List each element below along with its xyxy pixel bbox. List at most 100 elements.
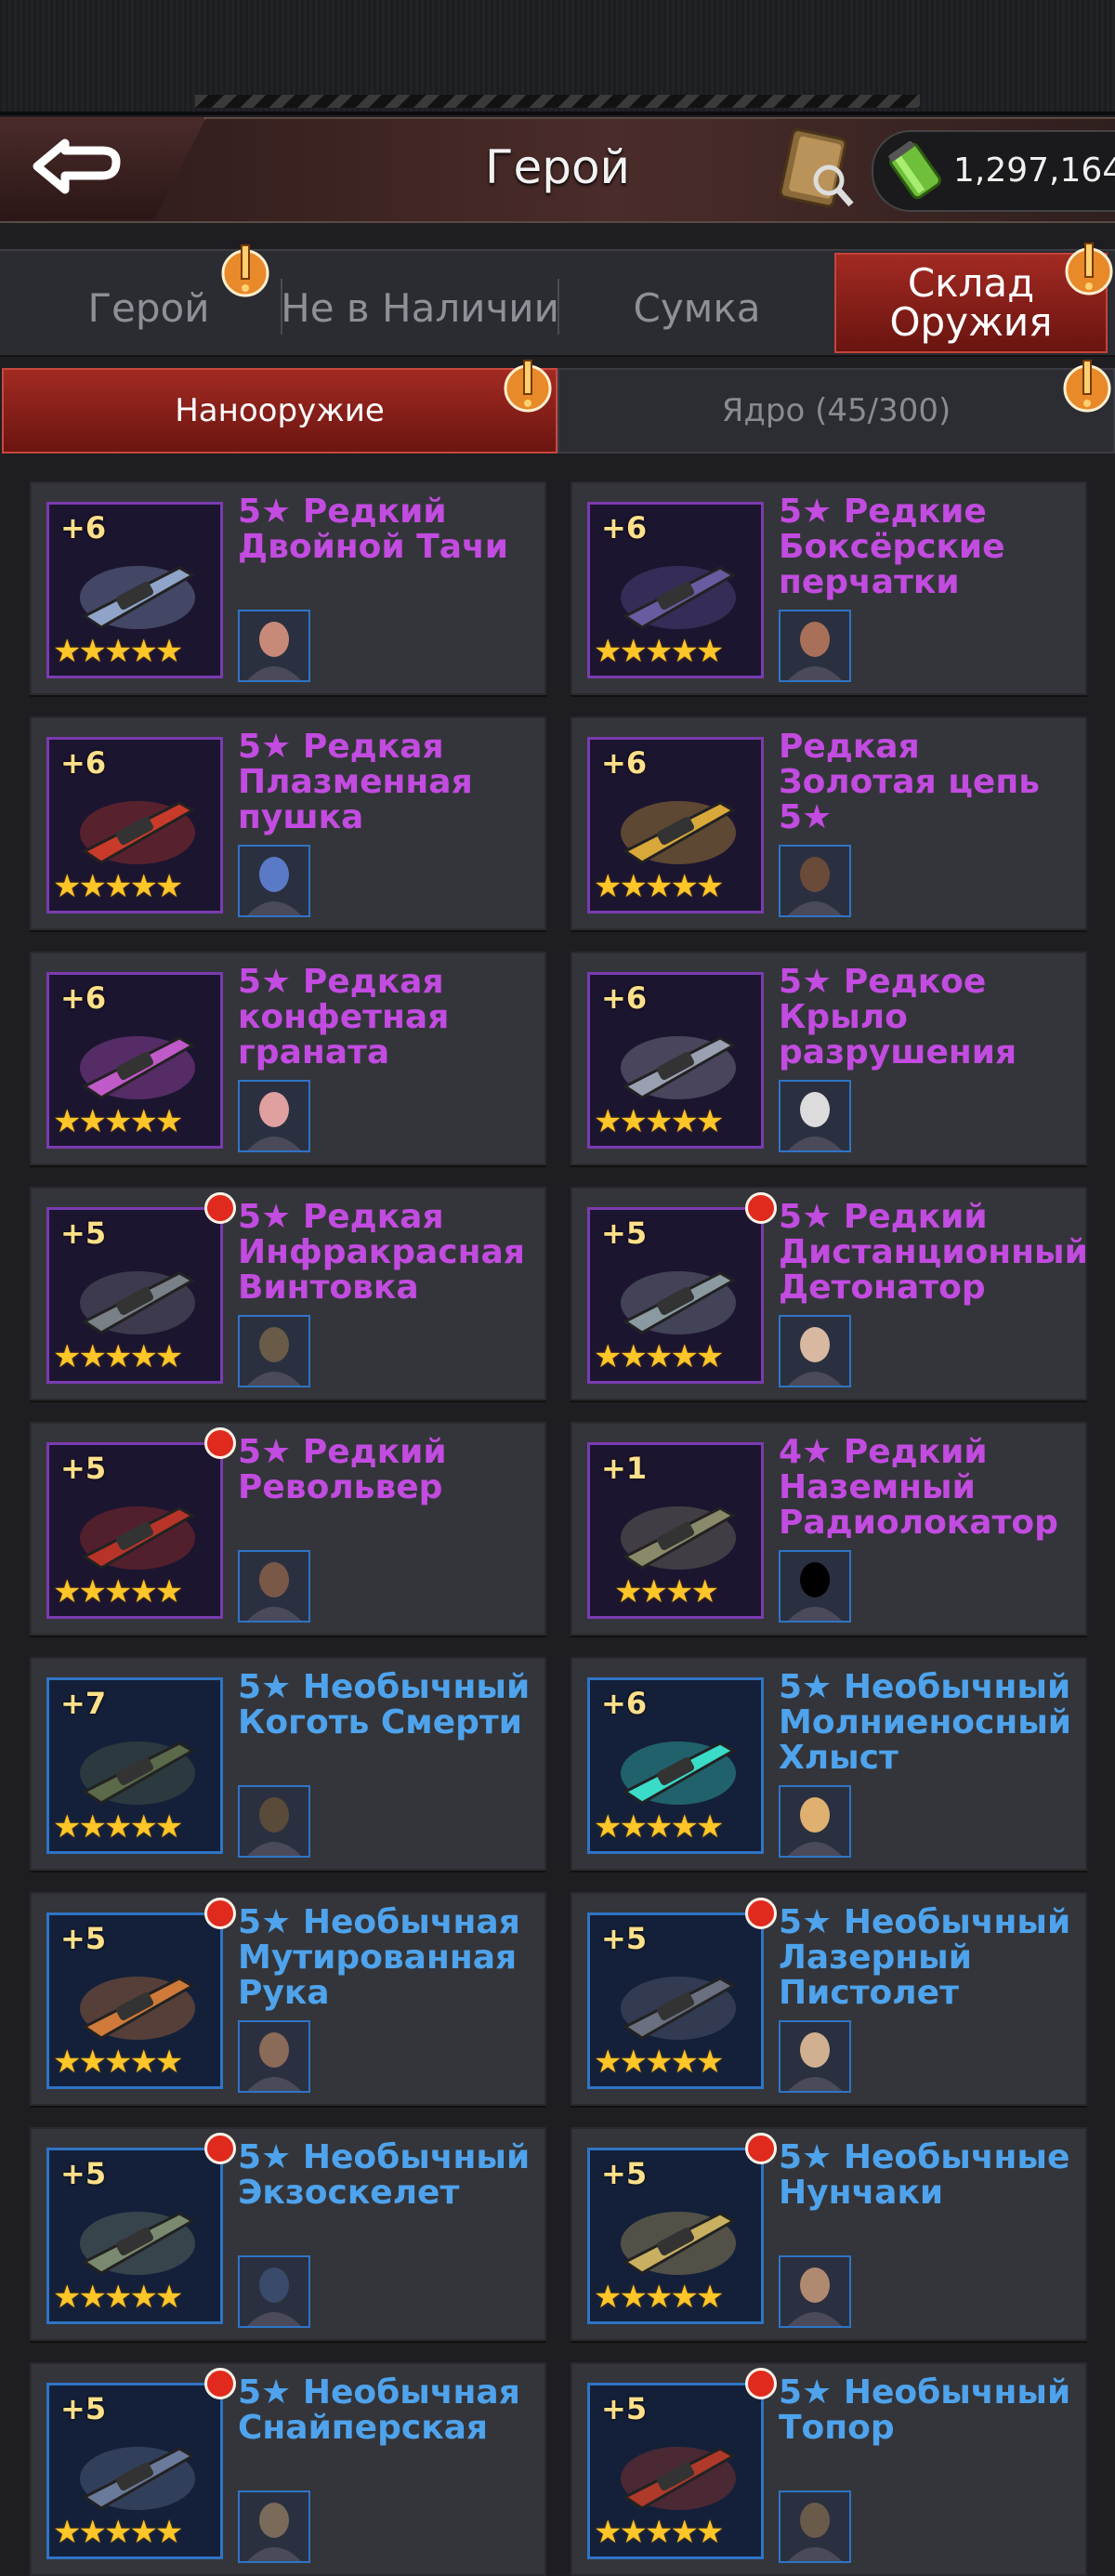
hero-avatar[interactable]: [238, 2020, 310, 2093]
hero-avatar[interactable]: [238, 845, 310, 917]
star-rating: ★★★★★: [53, 2279, 183, 2316]
star-rating: ★★★★★: [594, 2044, 724, 2081]
weapon-level: +5: [60, 2156, 107, 2191]
hero-avatar[interactable]: [238, 2255, 310, 2328]
weapon-icon: [80, 2447, 196, 2510]
weapon-card[interactable]: +5 ★★★★★ 5★ Необычный Экзоскелет: [30, 2127, 546, 2341]
hero-avatar[interactable]: [779, 2020, 851, 2093]
new-indicator-dot: [204, 2133, 236, 2164]
star-rating: ★★★★★: [594, 868, 724, 905]
weapon-thumbnail: +7 ★★★★★: [46, 1677, 223, 1854]
hero-avatar[interactable]: [779, 845, 851, 917]
weapon-name: 5★ Необычная Снайперская: [238, 2373, 520, 2447]
weapon-icon: [621, 1741, 737, 1805]
weapon-level: +6: [601, 1686, 648, 1721]
hero-avatar[interactable]: [779, 1785, 851, 1858]
hero-avatar[interactable]: [238, 1550, 310, 1623]
weapon-card[interactable]: +6 ★★★★★ 5★ Редкие Боксёрские перчатки: [571, 481, 1087, 695]
currency-amount: 1,297,164: [953, 151, 1115, 190]
weapon-card[interactable]: +6 ★★★★★ 5★ Редкая конфетная граната: [30, 952, 546, 1165]
weapon-card[interactable]: +5 ★★★★★ 5★ Редкий Револьвер: [30, 1422, 546, 1636]
weapon-thumbnail: +6 ★★★★★: [587, 502, 764, 678]
hero-avatar[interactable]: [238, 1080, 310, 1152]
weapon-icon: [621, 1977, 737, 2040]
weapon-level: +6: [601, 510, 648, 545]
star-rating: ★★★★: [614, 1573, 719, 1610]
weapon-name: 5★ Необычный Экзоскелет: [238, 2138, 531, 2212]
weapon-name: 5★ Необычный Лазерный Пистолет: [779, 1903, 1071, 2012]
weapon-card[interactable]: +6 ★★★★★ 5★ Редкая Плазменная пушка: [30, 716, 546, 930]
star-rating: ★★★★★: [53, 2044, 183, 2081]
weapon-level: +6: [60, 510, 107, 545]
weapon-card[interactable]: +6 ★★★★★ 5★ Редкий Двойной Тачи: [30, 481, 546, 695]
weapon-level: +6: [601, 980, 648, 1016]
tab-bag[interactable]: Сумка: [576, 264, 818, 353]
hero-avatar[interactable]: [238, 1785, 310, 1858]
hero-avatar[interactable]: [779, 1080, 851, 1152]
hero-avatar[interactable]: [779, 610, 851, 682]
weapon-card[interactable]: +6 ★★★★★ 5★ Необычный Молниеносный Хлыст: [571, 1657, 1087, 1871]
weapon-card[interactable]: +1 ★★★★ 4★ Редкий Наземный Радиолокатор: [571, 1422, 1087, 1636]
weapon-icon: [80, 801, 196, 864]
weapon-level: +6: [601, 745, 648, 781]
star-rating: ★★★★★: [594, 1808, 724, 1846]
new-indicator-dot: [204, 1898, 236, 1929]
star-rating: ★★★★★: [53, 2514, 183, 2551]
subtab-nanoweapons[interactable]: Нанооружие: [2, 368, 558, 453]
hazard-stripe: [195, 95, 920, 108]
weapon-level: +1: [601, 1451, 648, 1486]
hero-avatar[interactable]: [779, 2255, 851, 2328]
weapon-thumbnail: +5 ★★★★★: [46, 1442, 223, 1619]
weapon-icon: [621, 1271, 737, 1334]
weapon-card[interactable]: +5 ★★★★★ 5★ Необычный Топор: [571, 2362, 1087, 2576]
weapon-name: 5★ Редкий Двойной Тачи: [238, 493, 508, 566]
subtab-core[interactable]: Ядро (45/300): [558, 368, 1115, 453]
weapon-icon: [80, 2212, 196, 2275]
weapon-level: +5: [60, 1216, 107, 1251]
weapon-level: +7: [60, 1686, 107, 1721]
star-rating: ★★★★★: [594, 1103, 724, 1140]
weapon-card[interactable]: +5 ★★★★★ 5★ Необычные Нунчаки: [571, 2127, 1087, 2341]
weapon-thumbnail: +6 ★★★★★: [46, 502, 223, 678]
star-rating: ★★★★★: [53, 633, 183, 670]
weapon-level: +5: [60, 1921, 107, 1956]
weapon-name: 5★ Необычная Мутированная Рука: [238, 1903, 520, 2012]
alert-icon: [1063, 360, 1111, 413]
codex-book-icon[interactable]: [777, 126, 860, 212]
alert-icon: [1065, 243, 1113, 296]
weapon-card[interactable]: +5 ★★★★★ 5★ Необычная Снайперская: [30, 2362, 546, 2576]
weapon-icon: [80, 1036, 196, 1099]
weapon-card[interactable]: +7 ★★★★★ 5★ Необычный Коготь Смерти: [30, 1657, 546, 1871]
star-rating: ★★★★★: [53, 1338, 183, 1375]
weapon-level: +6: [60, 980, 107, 1016]
new-indicator-dot: [204, 1192, 236, 1224]
hero-avatar[interactable]: [779, 2491, 851, 2563]
weapon-card[interactable]: +5 ★★★★★ 5★ Необычный Лазерный Пистолет: [571, 1892, 1087, 2106]
weapon-card[interactable]: +6 ★★★★★ Редкая Золотая цепь 5★: [571, 716, 1087, 930]
weapon-name: 5★ Редкий Дистанционный Детонатор: [779, 1198, 1088, 1307]
hero-avatar[interactable]: [779, 1550, 851, 1623]
weapon-card[interactable]: +6 ★★★★★ 5★ Редкое Крыло разрушения: [571, 952, 1087, 1165]
hero-avatar[interactable]: [779, 1315, 851, 1387]
hero-avatar[interactable]: [238, 2491, 310, 2563]
new-indicator-dot: [204, 2368, 236, 2399]
weapon-level: +5: [601, 1216, 648, 1251]
weapon-thumbnail: +5 ★★★★★: [587, 1912, 764, 2089]
weapon-icon: [621, 1506, 737, 1570]
weapon-card[interactable]: +5 ★★★★★ 5★ Редкая Инфракрасная Винтовка: [30, 1187, 546, 1400]
alert-icon: [221, 244, 269, 297]
weapon-name: 5★ Редкий Револьвер: [238, 1433, 447, 1506]
weapon-icon: [621, 2212, 737, 2275]
weapon-card[interactable]: +5 ★★★★★ 5★ Редкий Дистанционный Детонатор: [571, 1187, 1088, 1400]
weapon-card[interactable]: +5 ★★★★★ 5★ Необычная Мутированная Рука: [30, 1892, 546, 2106]
weapon-name: 5★ Необычный Коготь Смерти: [238, 1668, 531, 1741]
currency-display[interactable]: 1,297,164: [872, 130, 1115, 212]
hero-avatar[interactable]: [238, 610, 310, 682]
energy-cell-icon: [888, 141, 941, 200]
weapon-thumbnail: +6 ★★★★★: [587, 737, 764, 913]
hero-avatar[interactable]: [238, 1315, 310, 1387]
new-indicator-dot: [745, 1192, 777, 1224]
tab-not-available[interactable]: Не в Наличии: [281, 264, 559, 353]
weapon-thumbnail: +5 ★★★★★: [46, 1207, 223, 1384]
weapon-name: 5★ Необычный Топор: [779, 2373, 1071, 2447]
